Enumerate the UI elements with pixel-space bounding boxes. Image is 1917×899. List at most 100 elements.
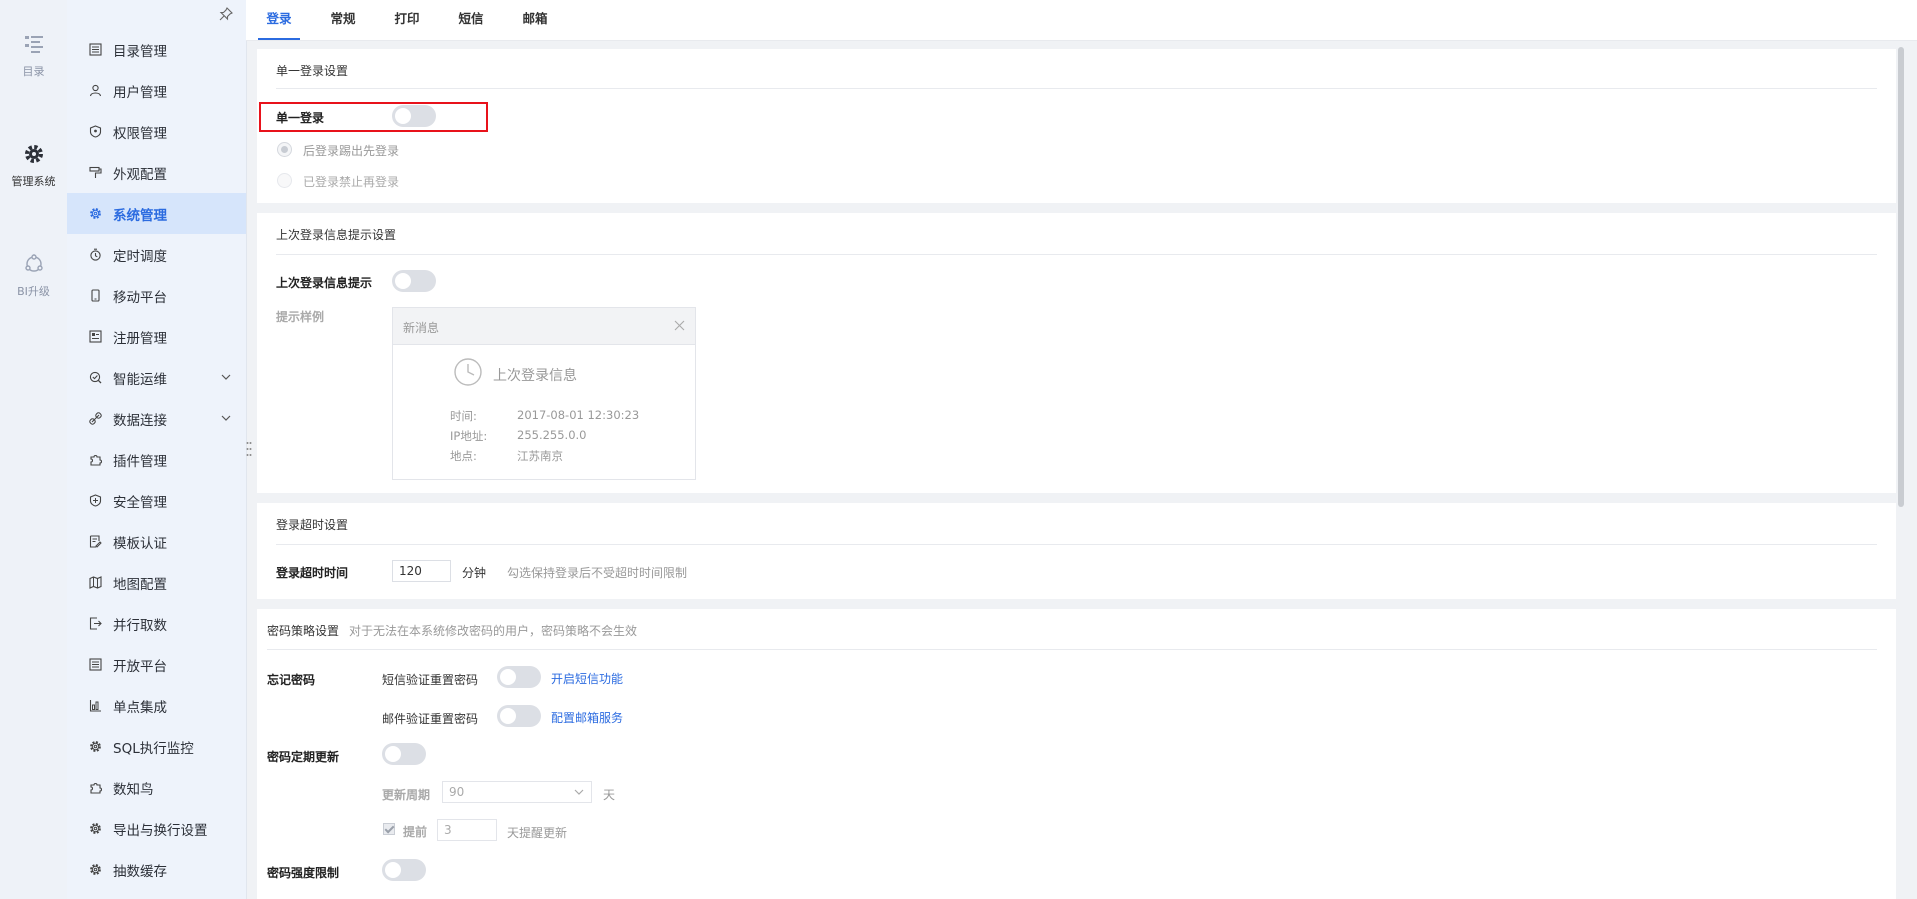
mail-reset-label: 邮件验证重置密码 (382, 712, 479, 726)
period-unit: 天 (603, 788, 616, 802)
message-title: 上次登录信息 (493, 368, 577, 384)
strength-limit-label: 密码强度限制 (267, 866, 340, 880)
remind-unit: 天提醒更新 (507, 826, 568, 840)
last-login-hint-toggle[interactable] (392, 270, 436, 292)
clock-icon (454, 358, 482, 386)
highlight-box (259, 102, 488, 132)
sidebar-item-label: 定时调度 (113, 248, 167, 265)
sms-reset-toggle[interactable] (497, 666, 541, 688)
sidebar-item-label: 系统管理 (113, 207, 167, 224)
sample-message-card: 新消息 上次登录信息 时间: 2017-08-01 12:30:23 IP地址:… (392, 307, 696, 480)
enable-sms-link[interactable]: 开启短信功能 (551, 670, 623, 687)
sidebar-item-label: 安全管理 (113, 494, 167, 511)
message-card-title: 新消息 (403, 321, 440, 335)
sidebar-resize-handle-icon[interactable] (246, 440, 252, 458)
periodic-update-toggle[interactable] (382, 743, 426, 765)
template-icon (88, 535, 102, 549)
place-key: 地点: (450, 449, 477, 463)
sidebar-item-label: 权限管理 (113, 125, 167, 142)
update-period-select[interactable]: 90 (442, 781, 592, 803)
sidebar-item[interactable]: 安全管理 (67, 480, 246, 521)
forbid-relogin-radio[interactable] (277, 173, 292, 188)
plugin-icon (88, 781, 102, 795)
sidebar-item-label: 数知鸟 (113, 781, 154, 798)
sidebar-item[interactable]: 模板认证 (67, 521, 246, 562)
gear-icon (88, 863, 102, 877)
gear-icon (24, 145, 43, 163)
remind-days-input[interactable]: 3 (437, 819, 497, 841)
export-icon (88, 617, 102, 631)
list-icon (88, 43, 102, 57)
sidebar-item[interactable]: 地图配置 (67, 562, 246, 603)
sidebar-item[interactable]: 目录管理 (67, 29, 246, 70)
catalog-list-icon (24, 36, 43, 53)
remind-label: 提前 (403, 825, 428, 839)
rail-item-catalog[interactable]: 目录 (0, 33, 67, 79)
sidebar-item[interactable]: 系统管理 (67, 193, 246, 234)
password-policy-panel: 密码策略设置 对于无法在本系统修改密码的用户，密码策略不会生效 忘记密码 短信验… (257, 609, 1896, 899)
strength-limit-toggle[interactable] (382, 859, 426, 881)
section-hint: 对于无法在本系统修改密码的用户，密码策略不会生效 (349, 624, 638, 638)
security-icon (88, 494, 102, 508)
kick-previous-radio[interactable] (277, 142, 292, 157)
timeout-hint: 勾选保持登录后不受超时时间限制 (507, 566, 688, 580)
user-icon (88, 84, 102, 98)
chevron-down-icon[interactable] (220, 412, 232, 424)
forbid-relogin-label: 已登录禁止再登录 (303, 175, 400, 189)
sidebar-item[interactable]: 注册管理 (67, 316, 246, 357)
login-timeout-input[interactable]: 120 (392, 560, 451, 582)
timeout-unit: 分钟 (462, 566, 487, 580)
sidebar-menu: 目录管理用户管理权限管理外观配置系统管理定时调度移动平台 注册管理 智能运维 数据连接… (67, 29, 246, 890)
sidebar-item[interactable]: 权限管理 (67, 111, 246, 152)
ip-key: IP地址: (450, 429, 488, 443)
divider (267, 649, 1877, 650)
sidebar-item[interactable]: 用户管理 (67, 70, 246, 111)
tab-login[interactable]: 登录 (258, 0, 300, 40)
mobile-icon (88, 289, 102, 303)
sidebar-item[interactable]: 导出与换行设置 (67, 808, 246, 849)
section-title: 密码策略设置 (267, 624, 340, 638)
sidebar-item[interactable]: 移动平台 (67, 275, 246, 316)
mail-reset-toggle[interactable] (497, 705, 541, 727)
remind-checkbox[interactable] (383, 823, 395, 835)
sidebar-item[interactable]: 数据连接 (67, 398, 246, 439)
tab-mail[interactable]: 邮箱 (514, 0, 556, 38)
sidebar-item[interactable]: 单点集成 (67, 685, 246, 726)
login-timeout-label: 登录超时时间 (276, 566, 349, 580)
rail-item-bi-upgrade[interactable]: BI升级 (0, 253, 67, 299)
scrollbar[interactable] (1898, 47, 1904, 507)
pin-icon[interactable] (219, 7, 233, 21)
periodic-update-label: 密码定期更新 (267, 750, 340, 764)
config-mail-link[interactable]: 配置邮箱服务 (551, 709, 623, 726)
sidebar-item-label: 抽数缓存 (113, 863, 167, 880)
sidebar-item[interactable]: 数知鸟 (67, 767, 246, 808)
gear-icon (88, 207, 102, 221)
sidebar-item[interactable]: 智能运维 (67, 357, 246, 398)
divider (276, 254, 1877, 255)
sidebar-item[interactable]: 外观配置 (67, 152, 246, 193)
tab-sms[interactable]: 短信 (450, 0, 492, 38)
rail-item-admin[interactable]: 管理系统 (0, 143, 67, 189)
single-login-panel: 单一登录设置 单一登录 后登录踢出先登录 已登录禁止再登录 (257, 49, 1896, 203)
login-timeout-panel: 登录超时设置 登录超时时间 120 分钟 勾选保持登录后不受超时时间限制 (257, 503, 1896, 599)
forgot-password-label: 忘记密码 (267, 673, 316, 687)
rail-label: 管理系统 (11, 175, 56, 188)
section-title: 登录超时设置 (276, 518, 349, 532)
tab-general[interactable]: 常规 (322, 0, 364, 38)
sidebar-item[interactable]: 插件管理 (67, 439, 246, 480)
sidebar-item[interactable]: 定时调度 (67, 234, 246, 275)
update-period-label: 更新周期 (382, 788, 431, 802)
map-icon (88, 576, 102, 590)
chevron-down-icon[interactable] (220, 371, 232, 383)
sidebar-item[interactable]: 并行取数 (67, 603, 246, 644)
sms-reset-label: 短信验证重置密码 (382, 673, 479, 687)
tab-print[interactable]: 打印 (386, 0, 428, 38)
sidebar-item[interactable]: SQL执行监控 (67, 726, 246, 767)
sidebar-item[interactable]: 抽数缓存 (67, 849, 246, 890)
sidebar-item[interactable]: 开放平台 (67, 644, 246, 685)
close-icon (674, 320, 685, 331)
section-title: 单一登录设置 (276, 64, 349, 78)
sidebar-item-label: 目录管理 (113, 43, 167, 60)
shield-icon (88, 125, 102, 139)
ops-icon (88, 371, 102, 385)
